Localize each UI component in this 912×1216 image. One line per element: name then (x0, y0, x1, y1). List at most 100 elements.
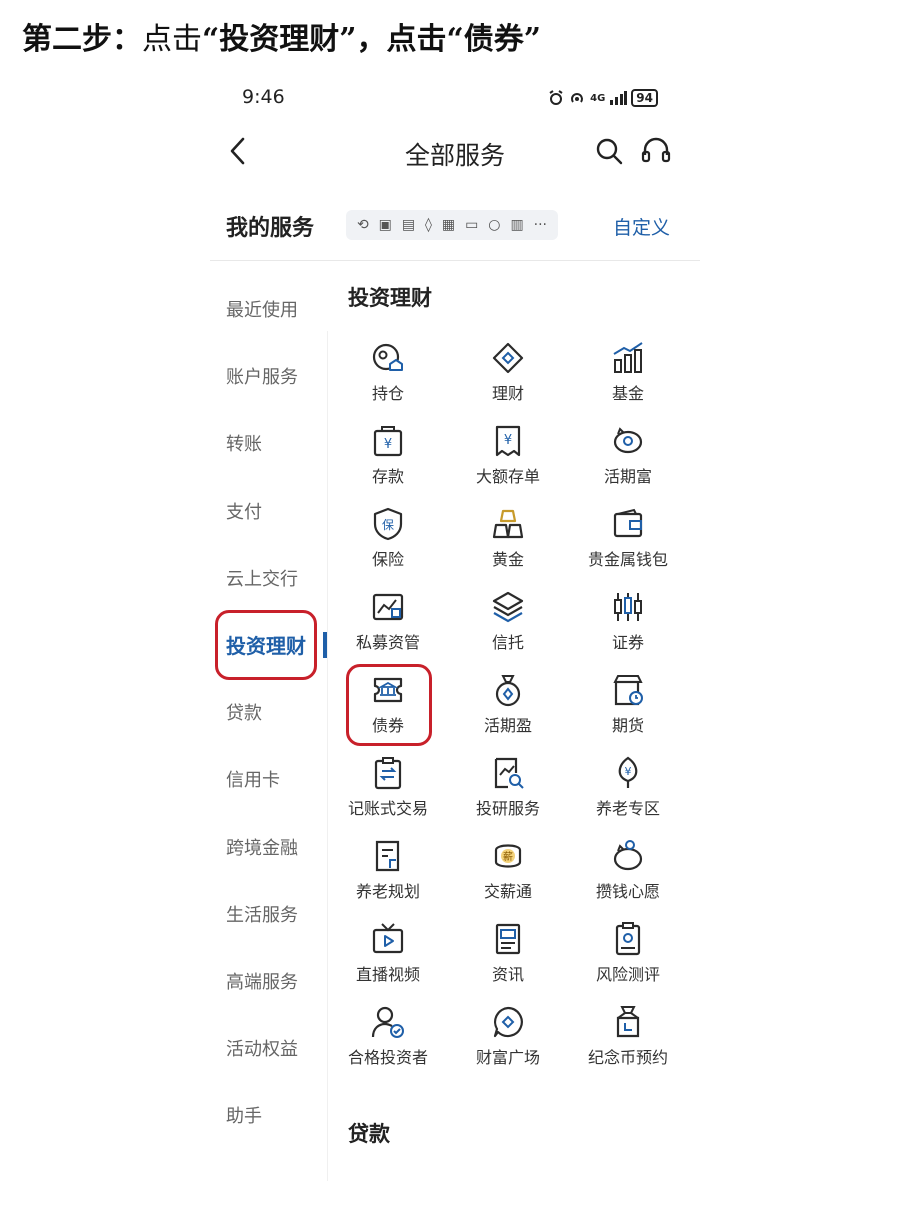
tile-securities[interactable]: 证券 (568, 589, 688, 669)
wealth-icon (492, 342, 524, 374)
instruction-click-1: 点击 (142, 22, 202, 57)
deposit-icon: ¥ (373, 426, 403, 457)
status-bar: 9:46 4G 94 (210, 86, 700, 110)
layers-icon (492, 591, 524, 623)
tile-research[interactable]: 投研服务 (448, 755, 568, 835)
tile-pension-plan[interactable]: 养老规划 (328, 838, 448, 918)
tile-news[interactable]: 资讯 (448, 921, 568, 1001)
svg-text:¥: ¥ (504, 433, 512, 448)
bond-highlight-box (346, 664, 432, 746)
sidebar-item-payment[interactable]: 支付 (226, 498, 262, 524)
my-services-shortcuts[interactable]: ⟲ ▣ ▤ ◊ ▦ ▭ ○ ▥ ··· (346, 210, 558, 240)
wallet-icon (613, 508, 643, 538)
sidebar-item-assistant[interactable]: 助手 (226, 1102, 262, 1128)
tile-wealth[interactable]: 理财 (448, 340, 568, 420)
battery-level: 94 (631, 89, 658, 107)
shortcut-wallet-icon[interactable]: ▭ (465, 217, 478, 233)
tile-deposit[interactable]: ¥ 存款 (328, 423, 448, 503)
sidebar-item-transfer[interactable]: 转账 (226, 430, 262, 456)
my-services-bar: 我的服务 ⟲ ▣ ▤ ◊ ▦ ▭ ○ ▥ ··· 自定义 (210, 206, 700, 246)
tile-private-fund[interactable]: 私募资管 (328, 589, 448, 669)
tile-holdings[interactable]: 持仓 (328, 340, 448, 420)
sidebar-item-cross-border[interactable]: 跨境金融 (226, 834, 298, 860)
sidebar-item-premium[interactable]: 高端服务 (226, 968, 298, 994)
instruction-step: 第二步： (22, 22, 142, 57)
tile-current-profit[interactable]: 活期盈 (448, 672, 568, 752)
instruction-target-1: “投资理财”， (202, 22, 387, 57)
shortcut-drop-icon[interactable]: ◊ (425, 217, 432, 233)
sidebar-item-cloud-bank[interactable]: 云上交行 (226, 565, 298, 591)
plan-document-icon (375, 840, 400, 872)
tile-risk-assessment[interactable]: 风险测评 (568, 921, 688, 1001)
large-cd-icon: ¥ (495, 425, 521, 457)
tile-trust[interactable]: 信托 (448, 589, 568, 669)
sidebar-item-life-services[interactable]: 生活服务 (226, 901, 298, 927)
sidebar-item-benefits[interactable]: 活动权益 (226, 1035, 298, 1061)
investor-icon (371, 1006, 404, 1038)
tile-futures[interactable]: 期货 (568, 672, 688, 752)
futures-icon (613, 675, 643, 706)
tile-insurance[interactable]: 保 保险 (328, 506, 448, 586)
instruction-click-2: 点击 (386, 22, 447, 57)
tile-piggy[interactable]: 活期富 (568, 423, 688, 503)
risk-assessment-icon (615, 922, 641, 956)
fund-icon (613, 342, 643, 373)
tile-wealth-plaza[interactable]: 财富广场 (448, 1004, 568, 1084)
salary-icon: 薪 (494, 844, 522, 868)
tile-label: 存款 (371, 467, 404, 486)
tile-label: 纪念币预约 (587, 1048, 668, 1067)
customer-service-icon[interactable] (640, 136, 672, 166)
tile-label: 保险 (371, 550, 404, 569)
tile-label: 黄金 (491, 550, 524, 569)
nav-bar: 全部服务 (210, 132, 700, 172)
shortcut-doc-icon[interactable]: ▦ (442, 217, 455, 233)
tile-label: 持仓 (371, 384, 404, 403)
money-bag-icon (495, 675, 521, 707)
tile-label: 理财 (491, 384, 524, 403)
signal-icon (610, 91, 628, 105)
tile-label: 养老专区 (595, 799, 660, 818)
sidebar-item-credit-card[interactable]: 信用卡 (226, 766, 280, 792)
section-title-loans: 贷款 (348, 1122, 390, 1146)
search-icon[interactable] (594, 136, 624, 166)
phone-screen: 9:46 4G 94 全部服务 我的服务 ⟲ ▣ ▤ ◊ ▦ ▭ ○ ▥ ···… (210, 76, 700, 1186)
network-type: 4G (590, 92, 606, 104)
customize-link[interactable]: 自定义 (613, 213, 670, 240)
tile-qualified-investor[interactable]: 合格投资者 (328, 1004, 448, 1084)
shortcut-ticket-icon[interactable]: ▥ (510, 217, 523, 233)
divider (210, 260, 700, 261)
insurance-shield-icon: 保 (373, 507, 403, 541)
sidebar-item-loans[interactable]: 贷款 (226, 699, 262, 725)
tile-label: 活期富 (603, 467, 652, 486)
instruction-target-2: “债券” (446, 22, 542, 57)
shortcut-bill-icon[interactable]: ▤ (402, 217, 415, 233)
tile-label: 基金 (611, 384, 644, 403)
shortcut-bulb-icon[interactable]: ○ (488, 217, 500, 233)
tile-label: 财富广场 (475, 1048, 540, 1067)
sidebar-item-recent[interactable]: 最近使用 (226, 296, 298, 322)
status-icons: 4G 94 (548, 89, 658, 107)
tile-gold[interactable]: 黄金 (448, 506, 568, 586)
svg-text:¥: ¥ (384, 437, 392, 452)
shortcut-card-icon[interactable]: ▣ (379, 217, 392, 233)
tile-salary[interactable]: 薪 交薪通 (448, 838, 568, 918)
tile-pension-zone[interactable]: ¥ 养老专区 (568, 755, 688, 835)
tile-large-cd[interactable]: ¥ 大额存单 (448, 423, 568, 503)
tile-label: 养老规划 (355, 882, 420, 901)
tile-fund[interactable]: 基金 (568, 340, 688, 420)
tile-label: 交薪通 (483, 882, 532, 901)
coin-reservation-icon (616, 1006, 640, 1038)
instruction-caption: 第二步：点击“投资理财”，点击“债券” (22, 14, 541, 58)
tile-coin-reservation[interactable]: 纪念币预约 (568, 1004, 688, 1084)
tile-label: 记账式交易 (347, 799, 428, 818)
tile-book-entry[interactable]: 记账式交易 (328, 755, 448, 835)
tile-live-video[interactable]: 直播视频 (328, 921, 448, 1001)
my-services-label: 我的服务 (226, 216, 315, 241)
shortcut-exchange-icon[interactable]: ⟲ (357, 217, 369, 233)
tile-metal-wallet[interactable]: 贵金属钱包 (568, 506, 688, 586)
tile-savings-wish[interactable]: 攒钱心愿 (568, 838, 688, 918)
svg-text:¥: ¥ (625, 765, 632, 778)
shortcut-more-icon[interactable]: ··· (534, 217, 547, 233)
sidebar-item-account[interactable]: 账户服务 (226, 363, 298, 389)
savings-wish-icon (613, 840, 643, 871)
